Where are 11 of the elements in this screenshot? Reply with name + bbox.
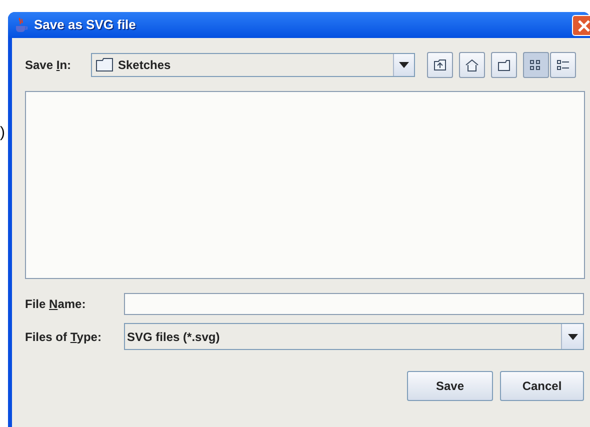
background-text: ) [0,123,5,143]
save-in-dropdown[interactable]: Sketches [91,53,415,77]
files-of-type-dropdown[interactable]: SVG files (*.svg) [124,323,584,350]
save-button[interactable]: Save [407,371,493,401]
save-in-label: Save In: [25,57,72,74]
cancel-button[interactable]: Cancel [500,371,584,401]
window-title: Save as SVG file [34,16,136,34]
folder-name: Sketches [118,57,171,74]
file-type-value: SVG files (*.svg) [126,328,221,346]
files-of-type-label: Files of Type: [25,328,102,346]
file-name-label: File Name: [25,296,87,313]
